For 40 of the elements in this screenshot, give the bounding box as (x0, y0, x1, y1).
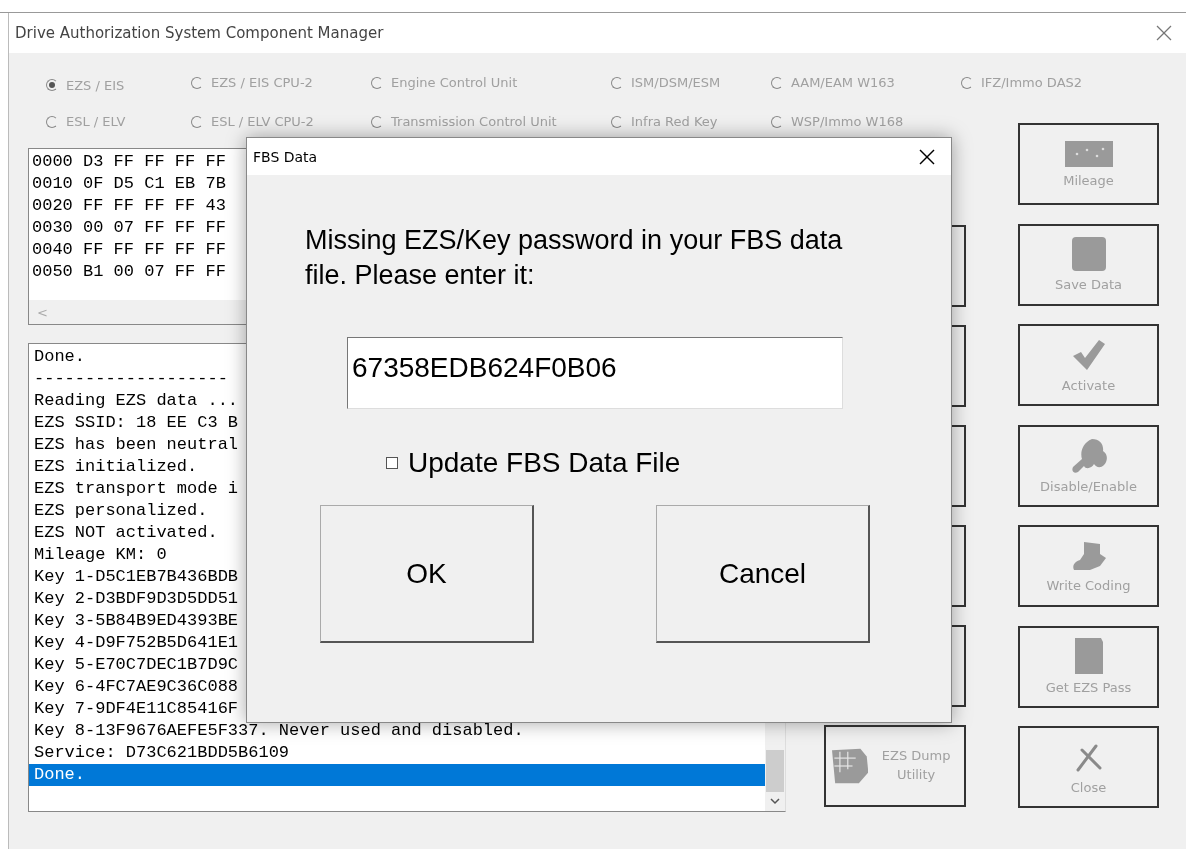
log-line[interactable]: Reading EZS data ... (34, 390, 239, 412)
card-icon (1072, 638, 1105, 674)
log-line[interactable]: Key 6-4FC7AE9C36C088 (34, 676, 239, 698)
scroll-down-icon (770, 798, 780, 805)
key-icon (1069, 437, 1108, 473)
password-field[interactable]: 67358EDB624F0B06 (347, 337, 843, 410)
log-line[interactable]: Key 2-D3BDF9D3D5DD51 (34, 588, 239, 610)
window-title: Drive Authorization System Component Manager (15, 24, 384, 42)
log-line[interactable]: Key 1-D5C1EB7B436BDB (34, 566, 239, 588)
log-line[interactable]: EZS transport mode i (34, 478, 239, 500)
log-line[interactable]: Mileage KM: 0 (34, 544, 167, 566)
hex-line: 0040 FF FF FF FF FF (32, 239, 226, 261)
log-line[interactable]: Service: D73C621BDD5B6109 (34, 742, 290, 764)
log-line[interactable]: EZS NOT activated. (34, 522, 218, 544)
log-line[interactable]: Key 8-13F9676AEFE5F337. Never used and disabled. (34, 720, 524, 742)
hex-line: 0020 FF FF FF FF 43 (32, 195, 226, 217)
hex-line: 0010 0F D5 C1 EB 7B (32, 173, 226, 195)
log-line[interactable]: EZS initialized. (34, 456, 198, 478)
hex-line: 0030 00 07 FF FF FF (32, 217, 226, 239)
hex-line: 0000 D3 FF FF FF FF (32, 151, 226, 173)
close-icon (919, 148, 935, 165)
cancel-button[interactable]: Cancel (656, 505, 870, 644)
dialog-title: FBS Data (253, 148, 318, 165)
square-icon (1071, 237, 1106, 271)
log-line[interactable]: EZS SSID: 18 EE C3 B (34, 412, 239, 434)
log-line[interactable]: ------------------- (34, 368, 228, 390)
dialog-message: Missing EZS/Key password in your FBS data file. Please enter it: (305, 224, 844, 293)
ok-button[interactable]: OK (320, 505, 534, 644)
log-line[interactable]: EZS personalized. (34, 500, 208, 522)
log-line[interactable]: Key 5-E70C7DEC1B7D9C (34, 654, 239, 676)
log-line[interactable]: Key 7-9DF4E11C85416F (34, 698, 239, 720)
close-icon (1156, 25, 1172, 41)
hex-line: 0050 B1 00 07 FF FF (32, 261, 226, 283)
log-line[interactable]: Key 3-5B84B9ED4393BE (34, 610, 239, 632)
log-line[interactable]: Done. (34, 346, 85, 368)
log-line[interactable]: Key 4-D9F752B5D641E1 (34, 632, 239, 654)
log-line[interactable]: EZS has been neutral (34, 434, 239, 456)
update-checkbox[interactable]: Update FBS Data File (386, 447, 951, 480)
scrollbar-thumb[interactable] (766, 750, 784, 792)
dotted-panel-icon (1064, 140, 1113, 167)
